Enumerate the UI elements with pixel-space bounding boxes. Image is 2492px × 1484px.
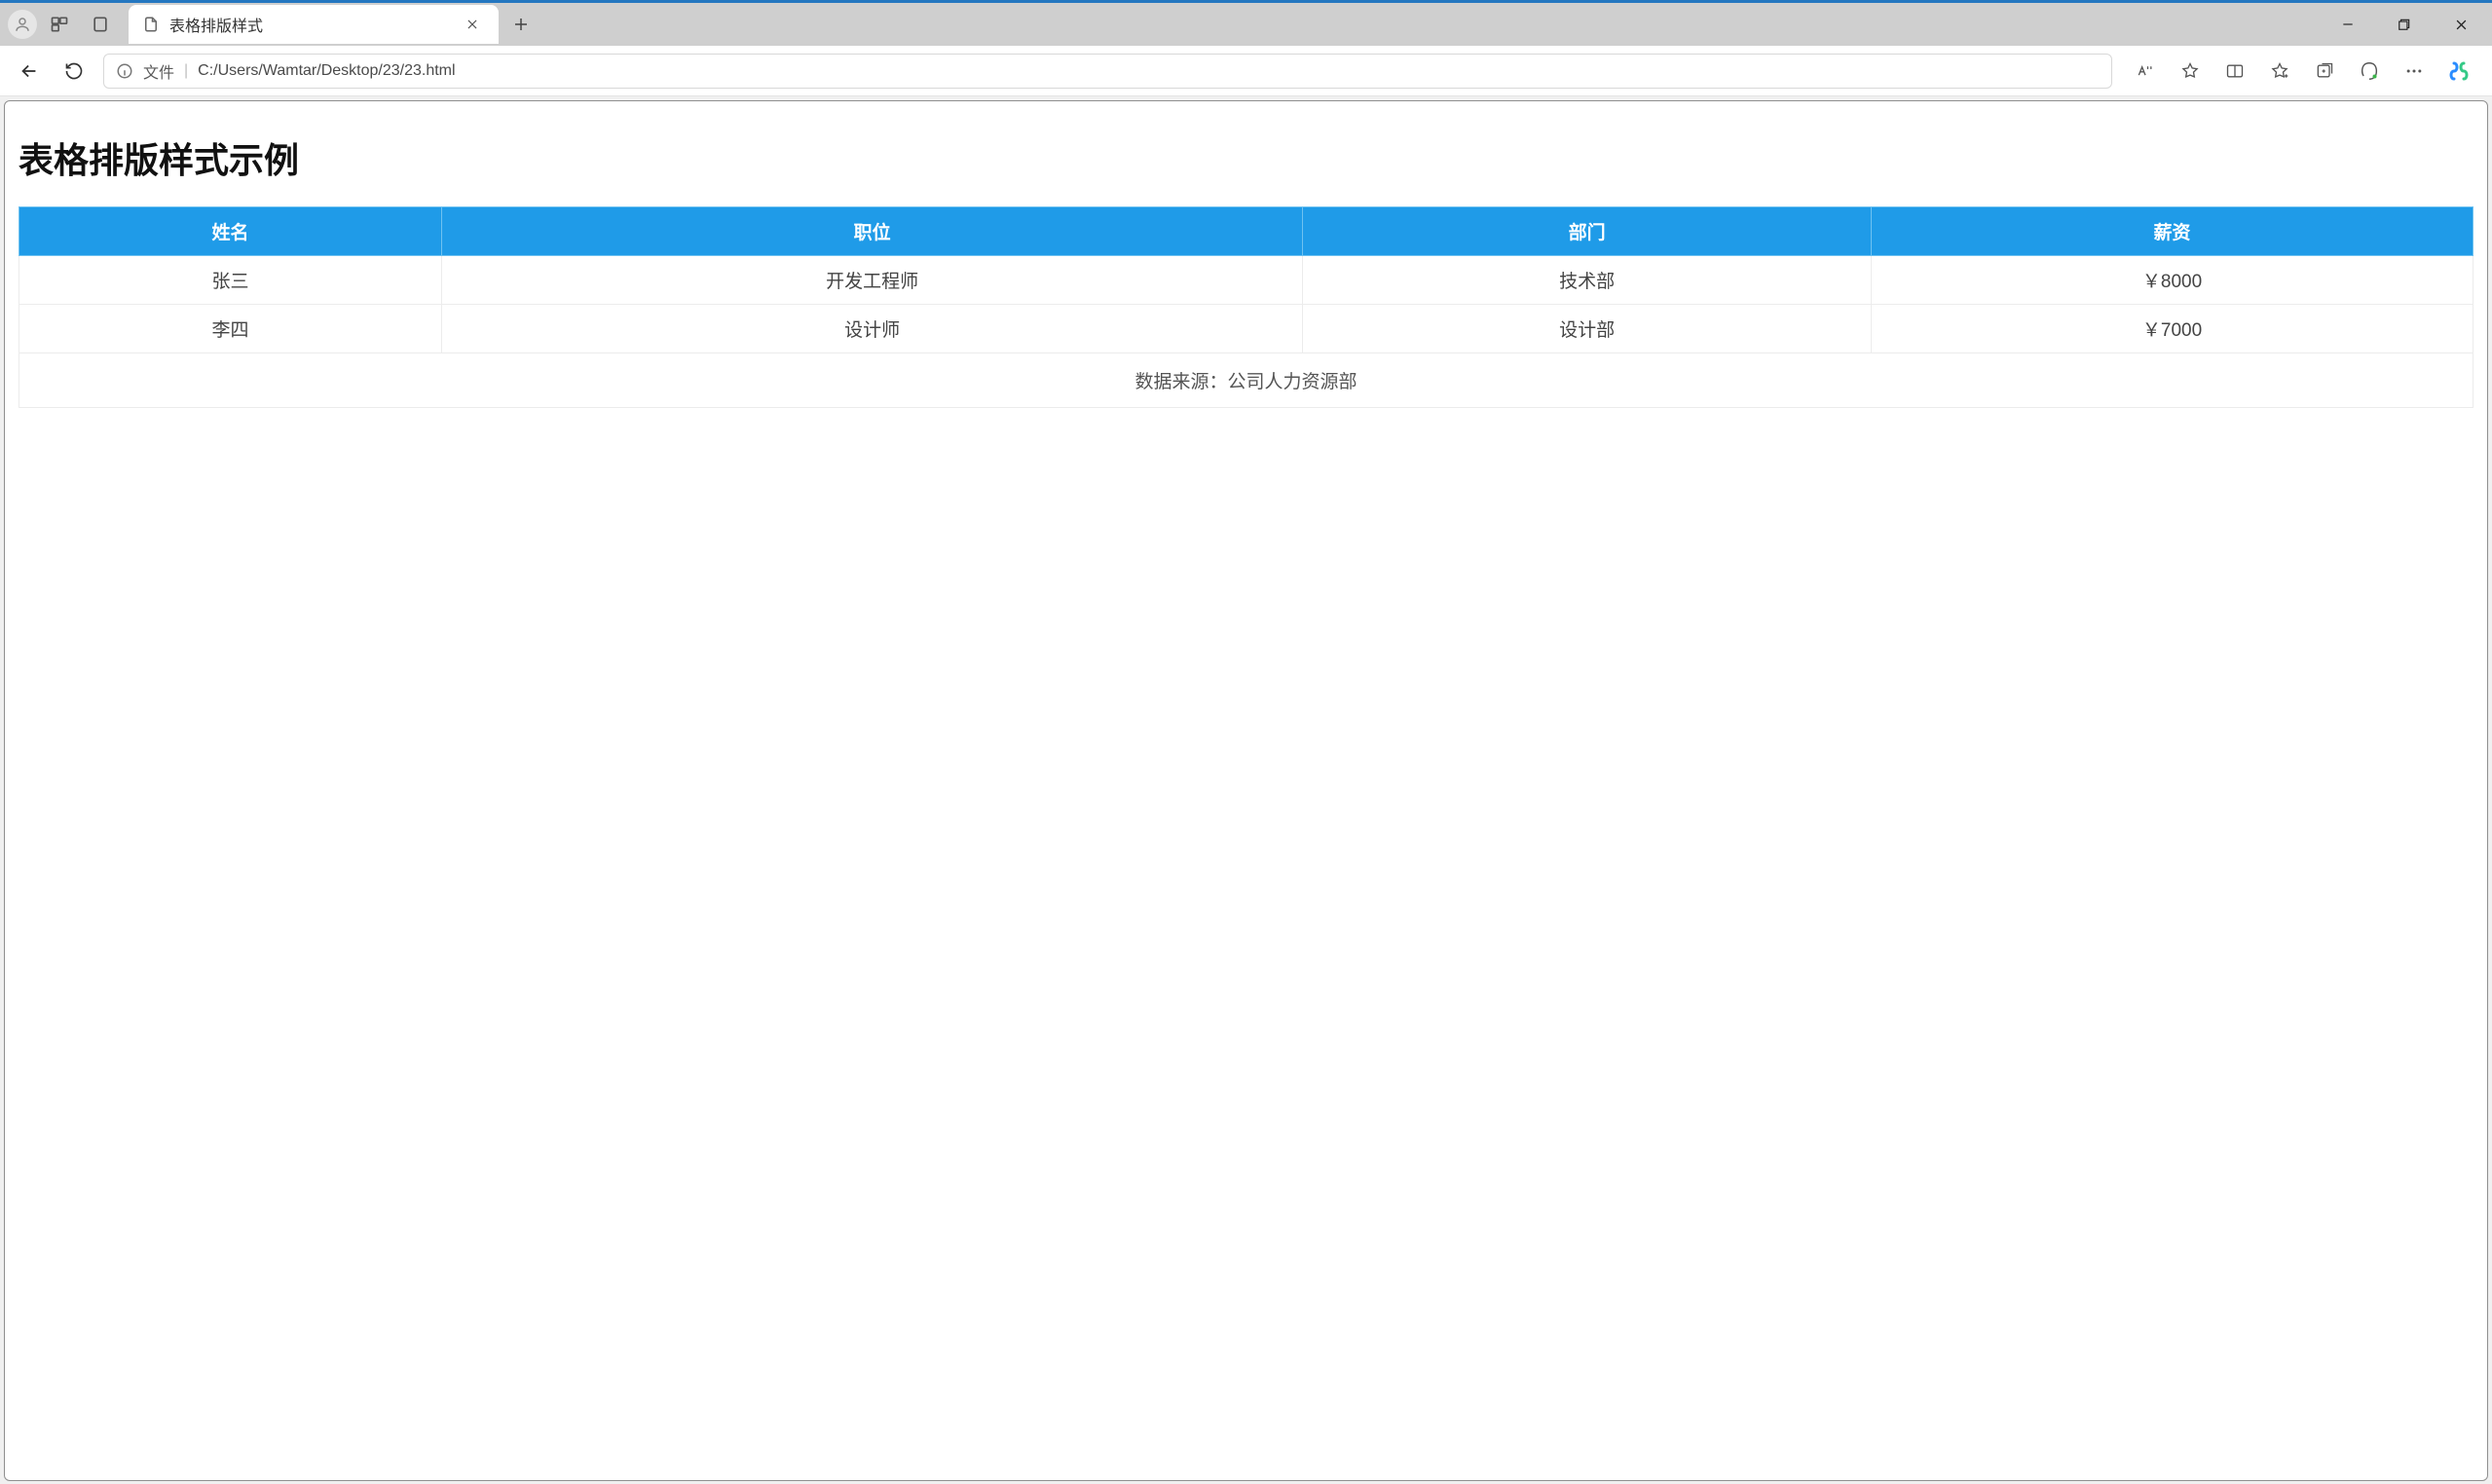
toolbar-right bbox=[2126, 56, 2478, 87]
cell-name: 张三 bbox=[19, 256, 442, 305]
window-controls bbox=[2321, 5, 2492, 44]
page-viewport: 表格排版样式示例 姓名 职位 部门 薪资 张三 开发工程师 技术部 ￥8000 … bbox=[4, 100, 2488, 1481]
favorite-icon[interactable] bbox=[2171, 56, 2210, 87]
address-bar: 文件 | C:/Users/Wamtar/Desktop/23/23.html bbox=[0, 46, 2492, 96]
back-button[interactable] bbox=[14, 56, 45, 87]
close-window-button[interactable] bbox=[2434, 5, 2488, 44]
url-scheme-label: 文件 bbox=[143, 59, 174, 83]
extensions-icon[interactable] bbox=[2350, 56, 2389, 87]
employee-table: 姓名 职位 部门 薪资 张三 开发工程师 技术部 ￥8000 李四 设计师 设计… bbox=[19, 206, 2473, 408]
maximize-button[interactable] bbox=[2377, 5, 2432, 44]
url-input[interactable]: 文件 | C:/Users/Wamtar/Desktop/23/23.html bbox=[103, 54, 2112, 89]
close-icon[interactable] bbox=[465, 18, 485, 31]
cell-dept: 技术部 bbox=[1303, 256, 1872, 305]
table-header-row: 姓名 职位 部门 薪资 bbox=[19, 207, 2473, 256]
collections-icon[interactable] bbox=[2305, 56, 2344, 87]
table-row: 李四 设计师 设计部 ￥7000 bbox=[19, 305, 2473, 353]
tab-title: 表格排版样式 bbox=[169, 13, 456, 36]
info-icon bbox=[116, 62, 133, 80]
workspaces-icon[interactable] bbox=[41, 6, 78, 43]
read-aloud-icon[interactable] bbox=[2126, 56, 2165, 87]
favorites-bar-icon[interactable] bbox=[2260, 56, 2299, 87]
cell-role: 开发工程师 bbox=[442, 256, 1303, 305]
minimize-button[interactable] bbox=[2321, 5, 2375, 44]
table-footer-row: 数据来源：公司人力资源部 bbox=[19, 353, 2473, 408]
copilot-icon[interactable] bbox=[2439, 56, 2478, 87]
split-screen-icon[interactable] bbox=[2215, 56, 2254, 87]
tab-actions-icon[interactable] bbox=[82, 6, 119, 43]
profile-icon[interactable] bbox=[8, 10, 37, 39]
cell-salary: ￥7000 bbox=[1872, 305, 2473, 353]
tab-strip: 表格排版样式 bbox=[0, 3, 2492, 46]
new-tab-button[interactable] bbox=[502, 6, 539, 43]
more-icon[interactable] bbox=[2395, 56, 2434, 87]
refresh-button[interactable] bbox=[58, 56, 90, 87]
col-name: 姓名 bbox=[19, 207, 442, 256]
cell-dept: 设计部 bbox=[1303, 305, 1872, 353]
url-text: C:/Users/Wamtar/Desktop/23/23.html bbox=[198, 62, 455, 80]
table-footer: 数据来源：公司人力资源部 bbox=[19, 353, 2473, 408]
col-salary: 薪资 bbox=[1872, 207, 2473, 256]
cell-name: 李四 bbox=[19, 305, 442, 353]
browser-tab[interactable]: 表格排版样式 bbox=[129, 5, 499, 44]
col-role: 职位 bbox=[442, 207, 1303, 256]
file-icon bbox=[142, 16, 160, 33]
cell-salary: ￥8000 bbox=[1872, 256, 2473, 305]
cell-role: 设计师 bbox=[442, 305, 1303, 353]
col-dept: 部门 bbox=[1303, 207, 1872, 256]
page-title: 表格排版样式示例 bbox=[19, 132, 2473, 183]
browser-chrome: 表格排版样式 bbox=[0, 0, 2492, 96]
url-separator: | bbox=[184, 62, 188, 80]
table-row: 张三 开发工程师 技术部 ￥8000 bbox=[19, 256, 2473, 305]
